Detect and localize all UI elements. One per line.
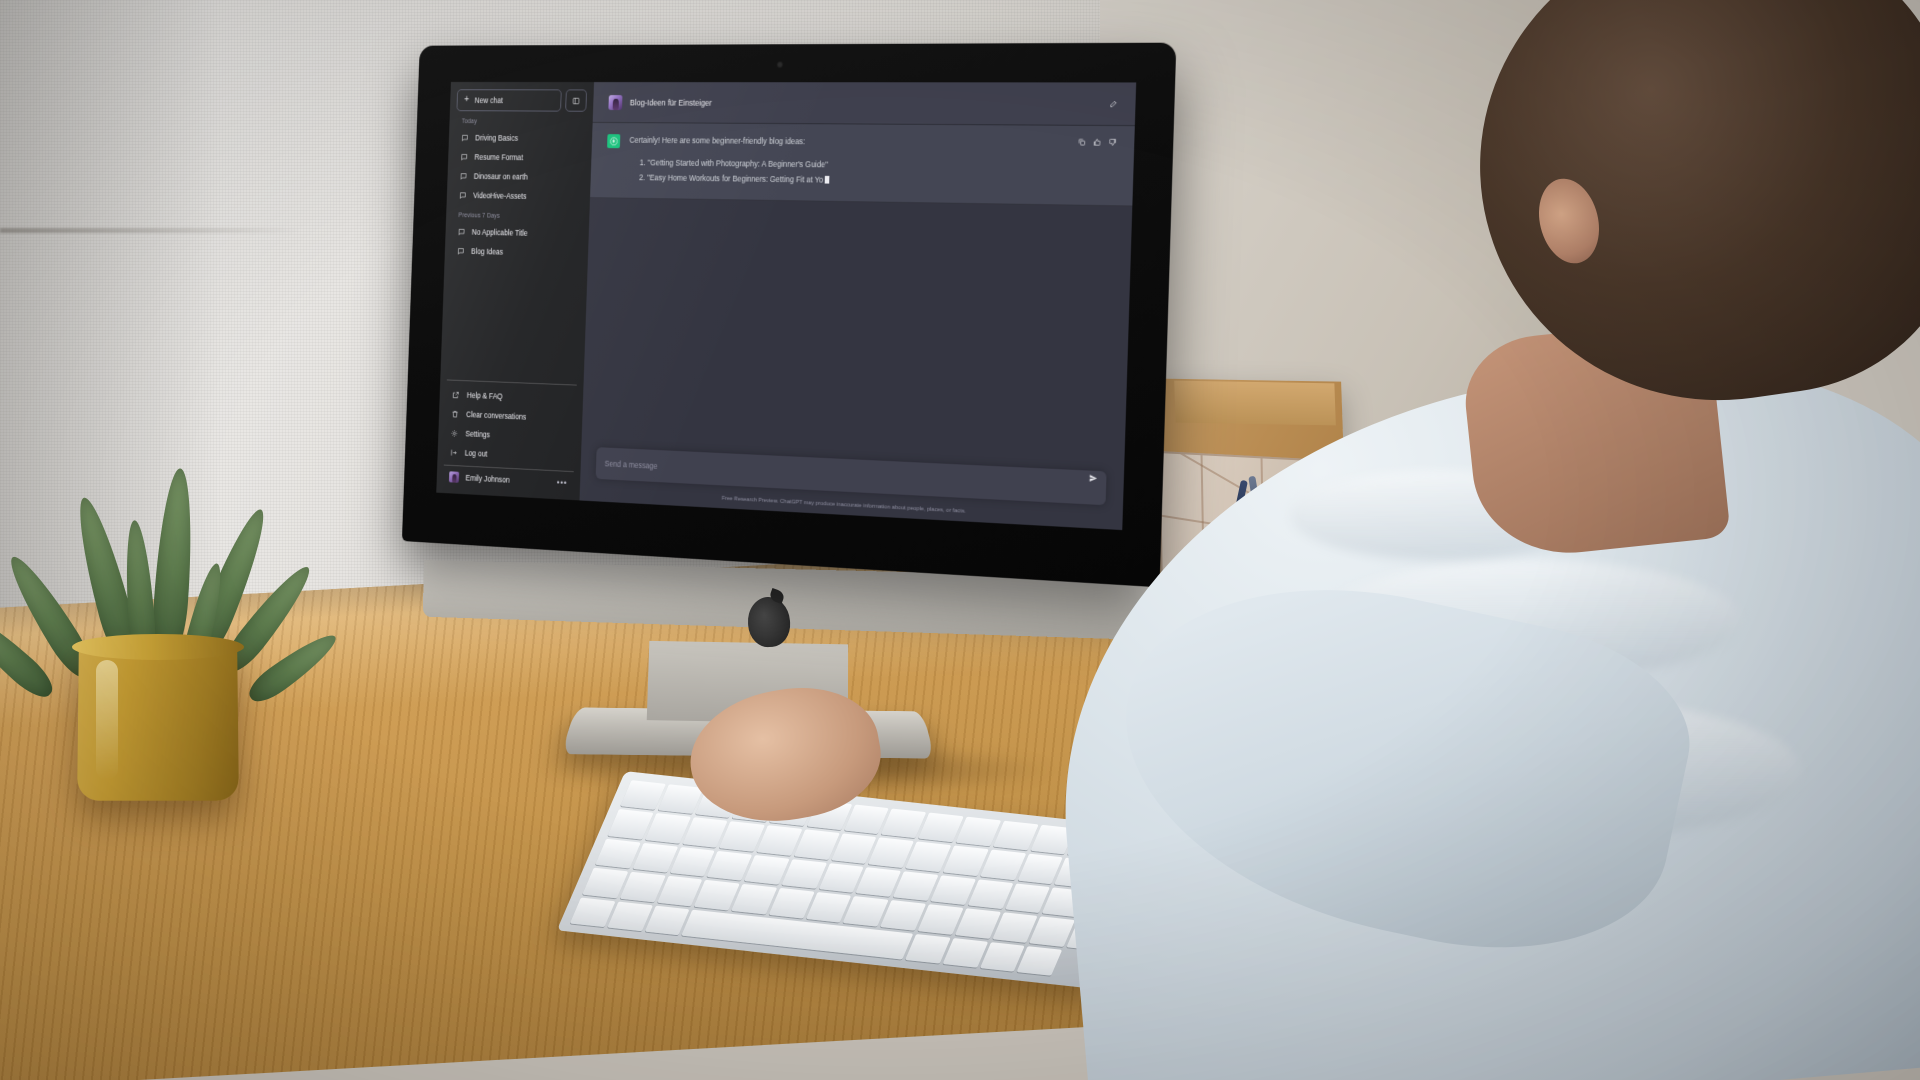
sidebar-item-resume-format[interactable]: Resume Format — [454, 148, 584, 169]
sidebar: + New chat Today Driving Basics Resume F… — [436, 81, 595, 501]
typing-caret — [824, 175, 830, 184]
sidebar-item-label: Resume Format — [474, 153, 524, 163]
external-link-icon — [452, 391, 460, 400]
send-arrow-icon — [1089, 474, 1098, 482]
sidebar-footer-label: Log out — [464, 449, 488, 459]
sidebar-user-menu[interactable]: Emily Johnson ••• — [443, 464, 574, 495]
list-item: "Easy Home Workouts for Beginners: Getti… — [647, 172, 1066, 190]
gear-icon — [451, 429, 459, 438]
assistant-message: Certainly! Here are some beginner-friend… — [590, 122, 1135, 207]
sidebar-footer-label: Clear conversations — [466, 410, 527, 422]
new-chat-button[interactable]: + New chat — [456, 89, 562, 112]
logout-icon — [450, 448, 458, 457]
cardboard-box-flap — [1174, 380, 1336, 426]
imac-display-bezel: + New chat Today Driving Basics Resume F… — [401, 42, 1177, 588]
ellipsis-icon[interactable]: ••• — [557, 478, 568, 488]
thumbs-up-icon — [1093, 138, 1102, 147]
sidebar-footer: Help & FAQ Clear conversations Settings … — [443, 379, 577, 495]
edit-pencil-icon — [1109, 99, 1118, 108]
new-chat-label: New chat — [474, 96, 504, 105]
assistant-message-body: Certainly! Here are some beginner-friend… — [628, 134, 1067, 192]
plus-icon: + — [464, 94, 470, 105]
trash-icon — [451, 410, 459, 419]
chat-bubble-icon — [458, 228, 466, 236]
sidebar-item-label: Blog Ideas — [470, 247, 504, 257]
sidebar-item-label: Dinosaur on earth — [473, 172, 528, 182]
chat-bubble-icon — [460, 153, 468, 161]
page-title: Blog-Ideen für Einsteiger — [629, 97, 712, 108]
sidebar-top-row: + New chat — [456, 89, 588, 112]
chat-bubble-icon — [459, 191, 467, 199]
chat-bubble-icon — [461, 134, 469, 142]
thumbs-up-button[interactable] — [1093, 138, 1102, 147]
sidebar-toggle-icon — [572, 96, 580, 104]
screen: + New chat Today Driving Basics Resume F… — [436, 81, 1137, 531]
copy-icon — [1077, 138, 1086, 147]
thumbs-down-button[interactable] — [1108, 138, 1117, 147]
sidebar-footer-label: Help & FAQ — [466, 391, 503, 402]
edit-title-button[interactable] — [1109, 99, 1118, 108]
sidebar-item-videohive-assets[interactable]: VideoHive-Assets — [453, 186, 583, 207]
list-item-text: "Easy Home Workouts for Beginners: Getti… — [646, 172, 824, 185]
list-item: "Getting Started with Photography: A Beg… — [647, 157, 1066, 174]
chat-header: Blog-Ideen für Einsteiger — [592, 82, 1137, 127]
send-button[interactable] — [1089, 474, 1098, 483]
sidebar-section-label-today: Today — [461, 118, 477, 125]
blog-ideas-list: "Getting Started with Photography: A Beg… — [638, 157, 1066, 190]
plant-pot-highlight — [96, 660, 118, 780]
webcam-icon — [776, 61, 784, 68]
plant-pot-rim — [72, 634, 244, 660]
imac-computer: + New chat Today Driving Basics Resume F… — [318, 42, 1177, 798]
sidebar-item-label: VideoHive-Assets — [472, 191, 527, 201]
copy-button[interactable] — [1077, 138, 1086, 147]
chat-bubble-icon — [460, 172, 468, 180]
thumbs-down-icon — [1108, 138, 1117, 147]
openai-logo-icon — [607, 134, 621, 149]
sidebar-toggle-button[interactable] — [565, 89, 588, 112]
chat-bubble-icon — [457, 247, 465, 255]
sidebar-item-dinosaur-on-earth[interactable]: Dinosaur on earth — [454, 167, 584, 188]
sidebar-item-label: Driving Basics — [475, 134, 519, 143]
sidebar-item-label: No Applicable Title — [471, 228, 528, 238]
photo-scene: + New chat Today Driving Basics Resume F… — [0, 0, 1920, 1080]
chat-scroll-area — [581, 198, 1133, 473]
assistant-message-intro: Certainly! Here are some beginner-friend… — [629, 135, 806, 147]
sidebar-user-name: Emily Johnson — [465, 473, 510, 485]
user-avatar — [448, 471, 460, 483]
main-panel: Blog-Ideen für Einsteiger Certainly! Her… — [579, 82, 1137, 531]
user-avatar — [608, 94, 623, 110]
sidebar-item-driving-basics[interactable]: Driving Basics — [455, 128, 585, 148]
message-actions — [1076, 138, 1117, 194]
sidebar-footer-label: Settings — [465, 429, 491, 440]
